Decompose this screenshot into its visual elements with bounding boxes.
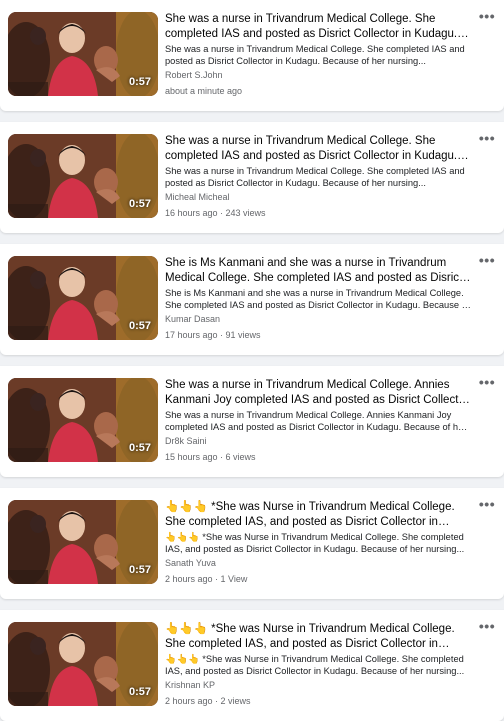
more-horizontal-icon[interactable]: •••	[477, 253, 497, 269]
video-thumbnail[interactable]: 0:57	[8, 500, 158, 584]
post-meta: 2 hours ago · 1 View	[165, 574, 248, 584]
post-author[interactable]: Robert S.John	[165, 69, 471, 81]
post-author[interactable]: Kumar Dasan	[165, 313, 471, 325]
post-meta: about a minute ago	[165, 86, 243, 96]
post-description: 👆👆👆 *She was Nurse in Trivandrum Medical…	[165, 654, 465, 676]
post-text: She was a nurse in Trivandrum Medical Co…	[165, 12, 471, 97]
post-text: 👆👆👆 *She was Nurse in Trivandrum Medical…	[165, 500, 471, 585]
post-title[interactable]: 👆👆👆 *She was Nurse in Trivandrum Medical…	[165, 500, 471, 529]
post-meta: 15 hours ago · 6 views	[165, 452, 256, 462]
more-horizontal-icon[interactable]: •••	[477, 9, 497, 25]
video-duration: 0:57	[128, 76, 151, 88]
video-post: 0:57 She was a nurse in Trivandrum Medic…	[0, 0, 504, 111]
post-title[interactable]: She is Ms Kanmani and she was a nurse in…	[165, 256, 471, 285]
video-post: 0:57 She is Ms Kanmani and she was a nur…	[0, 244, 504, 355]
more-horizontal-icon[interactable]: •••	[477, 497, 497, 513]
post-author[interactable]: Sanath Yuva	[165, 557, 471, 569]
post-meta: 17 hours ago · 91 views	[165, 330, 261, 340]
post-meta: 2 hours ago · 2 views	[165, 696, 251, 706]
post-title[interactable]: She was a nurse in Trivandrum Medical Co…	[165, 12, 471, 41]
more-horizontal-icon[interactable]: •••	[477, 375, 497, 391]
video-feed: 0:57 She was a nurse in Trivandrum Medic…	[0, 0, 504, 721]
post-text: She was a nurse in Trivandrum Medical Co…	[165, 378, 471, 463]
video-thumbnail[interactable]: 0:57	[8, 134, 158, 218]
video-thumbnail[interactable]: 0:57	[8, 12, 158, 96]
video-thumbnail[interactable]: 0:57	[8, 256, 158, 340]
post-text: She is Ms Kanmani and she was a nurse in…	[165, 256, 471, 341]
video-post: 0:57 She was a nurse in Trivandrum Medic…	[0, 122, 504, 233]
video-duration: 0:57	[128, 686, 151, 698]
more-horizontal-icon[interactable]: •••	[477, 131, 497, 147]
post-author[interactable]: Micheal Micheal	[165, 191, 471, 203]
post-author[interactable]: Krishnan KP	[165, 679, 471, 691]
post-description: She was a nurse in Trivandrum Medical Co…	[165, 166, 465, 188]
video-duration: 0:57	[128, 320, 151, 332]
video-duration: 0:57	[128, 198, 151, 210]
post-meta: 16 hours ago · 243 views	[165, 208, 266, 218]
post-title[interactable]: She was a nurse in Trivandrum Medical Co…	[165, 378, 471, 407]
post-description: She was a nurse in Trivandrum Medical Co…	[165, 410, 467, 432]
video-duration: 0:57	[128, 564, 151, 576]
post-description: 👆👆👆 *She was Nurse in Trivandrum Medical…	[165, 532, 465, 554]
video-post: 0:57 She was a nurse in Trivandrum Medic…	[0, 366, 504, 477]
video-post: 0:57 👆👆👆 *She was Nurse in Trivandrum Me…	[0, 488, 504, 599]
post-title[interactable]: She was a nurse in Trivandrum Medical Co…	[165, 134, 471, 163]
post-title[interactable]: 👆👆👆 *She was Nurse in Trivandrum Medical…	[165, 622, 471, 651]
post-description: She was a nurse in Trivandrum Medical Co…	[165, 44, 465, 66]
post-text: She was a nurse in Trivandrum Medical Co…	[165, 134, 471, 219]
video-post: 0:57 👆👆👆 *She was Nurse in Trivandrum Me…	[0, 610, 504, 721]
video-thumbnail[interactable]: 0:57	[8, 622, 158, 706]
video-thumbnail[interactable]: 0:57	[8, 378, 158, 462]
video-duration: 0:57	[128, 442, 151, 454]
post-author[interactable]: Dr8k Saini	[165, 435, 471, 447]
more-horizontal-icon[interactable]: •••	[477, 619, 497, 635]
post-description: She is Ms Kanmani and she was a nurse in…	[165, 288, 470, 310]
post-text: 👆👆👆 *She was Nurse in Trivandrum Medical…	[165, 622, 471, 707]
